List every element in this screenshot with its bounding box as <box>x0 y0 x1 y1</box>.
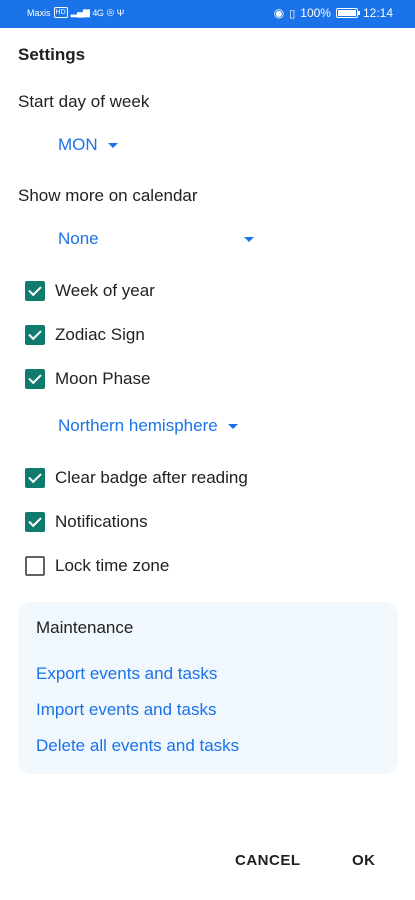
maintenance-card: Maintenance Export events and tasks Impo… <box>18 602 398 774</box>
battery-percent: 100% <box>300 6 331 20</box>
option-lock-time-zone[interactable]: Lock time zone <box>25 556 169 576</box>
ok-button[interactable]: OK <box>352 852 376 869</box>
caret-down-icon <box>244 236 254 242</box>
maintenance-title: Maintenance <box>36 618 134 637</box>
checkbox-checked-icon[interactable] <box>25 512 45 532</box>
option-zodiac-sign[interactable]: Zodiac Sign <box>25 325 145 345</box>
caret-down-icon <box>107 142 118 148</box>
checkbox-checked-icon[interactable] <box>25 369 45 389</box>
option-label: Clear badge after reading <box>55 468 248 487</box>
option-week-of-year[interactable]: Week of year <box>25 281 155 301</box>
cancel-button[interactable]: CANCEL <box>235 852 301 869</box>
show-more-dropdown[interactable]: None <box>58 229 254 249</box>
option-clear-badge[interactable]: Clear badge after reading <box>25 468 248 488</box>
checkbox-unchecked-icon[interactable] <box>25 556 45 576</box>
option-label: Moon Phase <box>55 369 151 388</box>
status-left: Maxis HD ▂▄▆ 4G ◎ Ψ <box>27 7 124 18</box>
usb-icon: Ψ <box>116 7 125 18</box>
start-day-label: Start day of week <box>18 92 150 111</box>
hotspot-icon: ◎ <box>106 7 114 17</box>
hd-badge: HD <box>53 7 68 18</box>
start-day-value: MON <box>58 135 98 154</box>
caret-down-icon <box>227 423 238 429</box>
signal-icon: ▂▄▆ <box>70 7 90 17</box>
option-label: Lock time zone <box>55 556 170 575</box>
hemisphere-value: Northern hemisphere <box>58 416 218 435</box>
network-type: 4G <box>92 7 104 18</box>
option-notifications[interactable]: Notifications <box>25 512 148 532</box>
delete-all-link[interactable]: Delete all events and tasks <box>36 736 239 756</box>
battery-icon <box>335 8 360 18</box>
clock: 12:14 <box>362 6 393 20</box>
checkbox-checked-icon[interactable] <box>25 468 45 488</box>
checkbox-checked-icon[interactable] <box>25 325 45 345</box>
start-day-dropdown[interactable]: MON <box>58 135 118 155</box>
option-label: Week of year <box>55 281 155 300</box>
status-bar: Maxis HD ▂▄▆ 4G ◎ Ψ ◉ ▯ 100% 12:14 <box>0 0 415 28</box>
carrier-label: Maxis <box>27 7 51 18</box>
option-label: Notifications <box>55 512 148 531</box>
hemisphere-dropdown[interactable]: Northern hemisphere <box>58 416 238 436</box>
vibrate-icon: ▯ <box>289 7 296 20</box>
option-moon-phase[interactable]: Moon Phase <box>25 369 150 389</box>
eye-icon: ◉ <box>273 6 285 20</box>
show-more-value: None <box>58 229 99 248</box>
checkbox-checked-icon[interactable] <box>25 281 45 301</box>
option-label: Zodiac Sign <box>55 325 145 344</box>
show-more-label: Show more on calendar <box>18 186 198 205</box>
export-link[interactable]: Export events and tasks <box>36 664 217 684</box>
dialog-title: Settings <box>18 45 86 64</box>
import-link[interactable]: Import events and tasks <box>36 700 216 720</box>
status-right: ◉ ▯ 100% 12:14 <box>274 6 393 20</box>
